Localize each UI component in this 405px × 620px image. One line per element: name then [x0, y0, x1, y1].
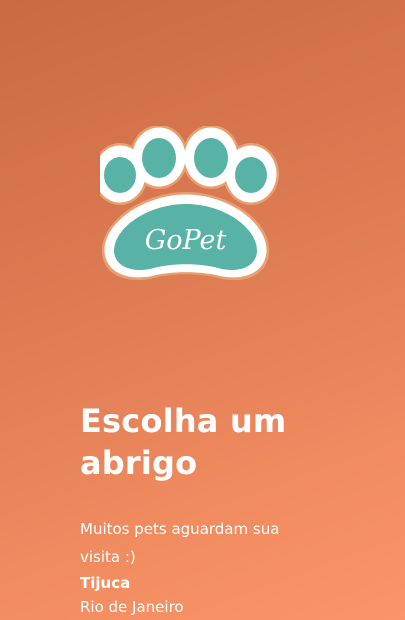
onboarding-screen: GoPet Escolha um abrigo Muitos pets agua… [0, 0, 405, 620]
page-title: Escolha um abrigo [80, 402, 287, 482]
subtitle-text: Muitos pets aguardam sua visita :) [80, 520, 280, 566]
shelter-region: Rio de Janeiro [80, 598, 184, 616]
shelter-city: Tijuca [80, 574, 131, 592]
gopet-logo: GoPet [100, 126, 300, 286]
onboarding-content: Escolha um abrigo Muitos pets aguardam s… [80, 400, 380, 619]
paw-icon: GoPet [100, 126, 279, 281]
logo-text: GoPet [145, 225, 227, 256]
